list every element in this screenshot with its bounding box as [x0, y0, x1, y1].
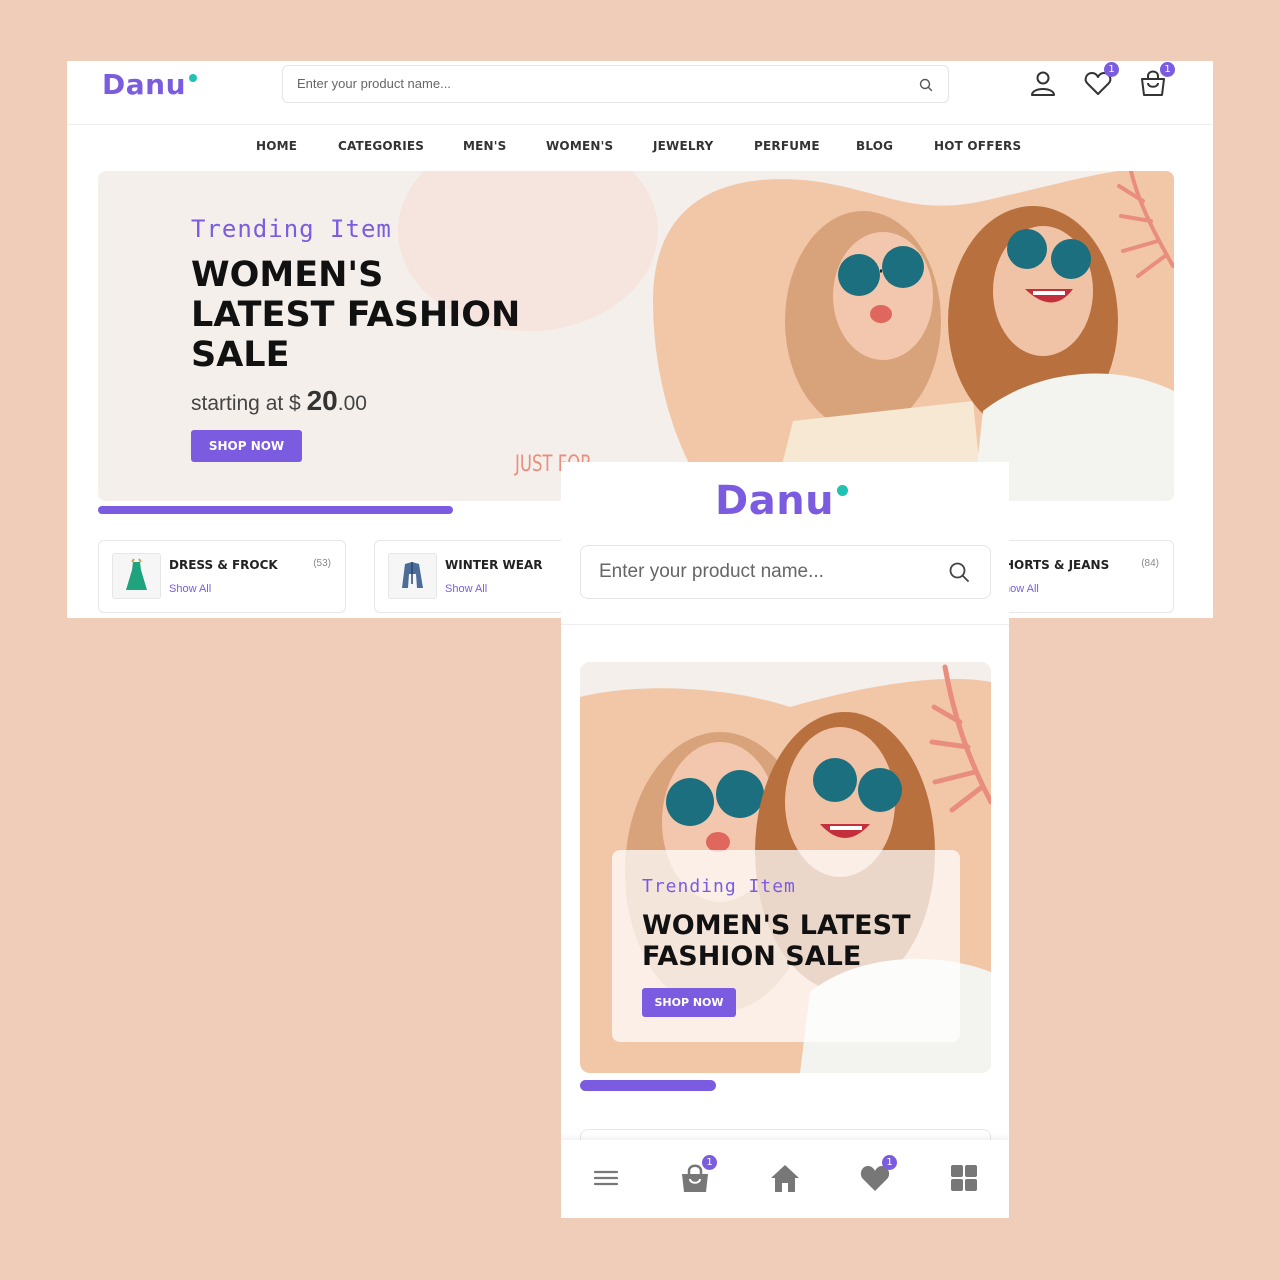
wishlist-button[interactable]: 1 [1083, 62, 1119, 98]
show-all-link[interactable]: Show All [169, 583, 211, 595]
nav-item-mens[interactable]: MEN'S [463, 139, 507, 153]
price-whole: 20 [306, 385, 338, 416]
cart-badge: 1 [1160, 62, 1175, 77]
logo[interactable]: Danu [102, 68, 198, 101]
nav-item-home[interactable]: HOME [256, 139, 297, 153]
search-icon[interactable] [918, 77, 934, 93]
category-thumbnail [388, 553, 437, 599]
logo-text: Danu [102, 68, 187, 101]
nav-item-categories[interactable]: CATEGORIES [338, 139, 424, 153]
nav-item-perfume[interactable]: PERFUME [754, 139, 820, 153]
cart-badge: 1 [702, 1155, 717, 1170]
hero-title: WOMEN'S LATEST FASHION SALE [191, 255, 521, 375]
wishlist-badge: 1 [1104, 62, 1119, 77]
hero-subtitle: Trending Item [642, 876, 796, 897]
category-name: HORTS & JEANS [1004, 558, 1110, 572]
hero-content-card: Trending Item WOMEN'S LATEST FASHION SAL… [612, 850, 960, 1042]
dress-icon [126, 558, 147, 590]
category-name: DRESS & FROCK [169, 558, 278, 572]
search-bar [580, 545, 991, 599]
cart-button[interactable]: 1 [679, 1155, 717, 1194]
hero-banner: Trending Item WOMEN'S LATEST FASHION SAL… [580, 662, 991, 1073]
nav-item-blog[interactable]: BLOG [856, 139, 893, 153]
search-input[interactable] [599, 561, 939, 583]
search-input[interactable] [297, 76, 897, 91]
nav-item-hot-offers[interactable]: HOT OFFERS [934, 139, 1021, 153]
logo[interactable]: Danu [715, 478, 849, 524]
grid-icon[interactable] [948, 1162, 980, 1194]
wishlist-button[interactable]: 1 [859, 1155, 897, 1194]
category-card[interactable]: DRESS & FROCK (53) Show All [98, 540, 346, 613]
category-thumbnail [112, 553, 161, 599]
menu-icon[interactable] [590, 1162, 622, 1194]
divider [561, 624, 1009, 625]
category-count: (53) [313, 558, 331, 569]
slider-progress-bar [98, 506, 453, 514]
show-all-link[interactable]: Show All [445, 583, 487, 595]
hero-subtitle: Trending Item [191, 215, 392, 243]
shop-now-button[interactable]: SHOP NOW [191, 430, 302, 462]
hero-price: starting at $ 20.00 [191, 385, 367, 417]
logo-dot [189, 74, 198, 82]
category-count: (84) [1141, 558, 1159, 569]
shop-now-button[interactable]: SHOP NOW [642, 988, 736, 1017]
mobile-mockup: Danu Enter your product name... Trending… [561, 462, 1009, 1218]
logo-text: Danu [715, 478, 835, 524]
hero-image [653, 171, 1174, 501]
bottom-nav: 1 1 [561, 1140, 1009, 1218]
slider-progress-bar [580, 1080, 716, 1091]
desktop-header: Danu 1 1 [67, 61, 1213, 125]
cart-button[interactable]: 1 [1138, 62, 1175, 98]
user-icon[interactable] [1028, 68, 1058, 98]
price-cents: .00 [337, 392, 367, 415]
price-prefix: starting at $ [191, 392, 301, 415]
jacket-icon [402, 562, 423, 588]
home-icon[interactable] [769, 1162, 801, 1194]
main-nav: HOME CATEGORIES MEN'S WOMEN'S JEWELRY PE… [67, 139, 1213, 159]
nav-item-womens[interactable]: WOMEN'S [546, 139, 613, 153]
nav-item-jewelry[interactable]: JEWELRY [653, 139, 713, 153]
wishlist-badge: 1 [882, 1155, 897, 1170]
search-icon[interactable] [948, 561, 970, 583]
show-all-link[interactable]: now All [1004, 583, 1039, 595]
hero-banner: Trending Item WOMEN'S LATEST FASHION SAL… [98, 171, 1174, 501]
logo-dot [837, 485, 849, 496]
category-name: WINTER WEAR [445, 558, 543, 572]
hero-title: WOMEN'S LATEST FASHION SALE [642, 910, 911, 972]
search-bar [282, 65, 949, 103]
